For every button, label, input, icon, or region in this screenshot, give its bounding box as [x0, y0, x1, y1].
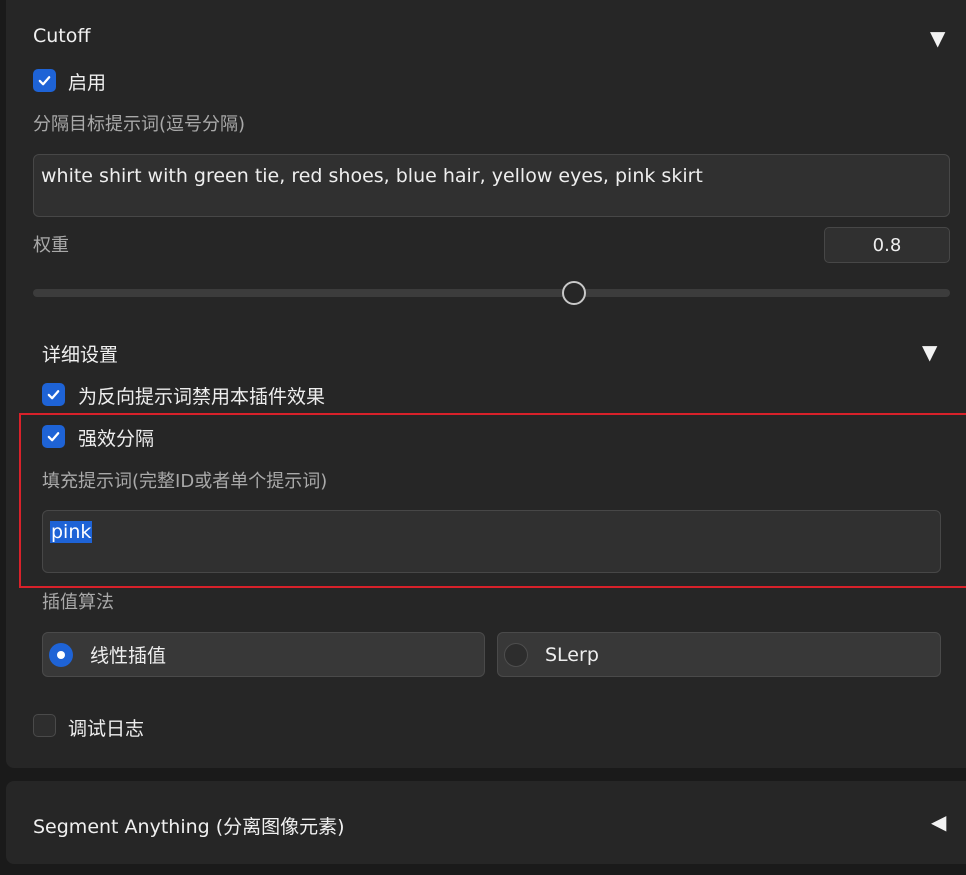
targets-value: white shirt with green tie, red shoes, b… [41, 165, 703, 187]
weight-number-input[interactable]: 0.8 [824, 227, 950, 263]
padding-label: 填充提示词(完整ID或者单个提示词) [42, 471, 328, 492]
interp-label: 插值算法 [42, 592, 114, 613]
checkmark-icon [38, 76, 51, 86]
debug-log-label: 调试日志 [68, 718, 145, 740]
expand-triangle-icon[interactable]: ◀ [931, 812, 946, 832]
weight-slider-track[interactable] [33, 289, 950, 297]
padding-value: pink [50, 521, 93, 543]
disable-negative-label: 为反向提示词禁用本插件效果 [78, 386, 326, 408]
strong-separation-label: 强效分隔 [78, 428, 155, 450]
weight-label: 权重 [33, 235, 69, 256]
radio-linear-label: 线性插值 [90, 645, 167, 667]
enable-checkbox[interactable] [33, 69, 56, 92]
segment-anything-title[interactable]: Segment Anything (分离图像元素) [33, 812, 345, 839]
collapse-triangle-icon[interactable]: ▼ [930, 28, 945, 48]
radio-option-slerp[interactable]: SLerp [497, 632, 941, 677]
details-collapse-triangle-icon[interactable]: ▼ [922, 342, 937, 362]
radio-slerp-label: SLerp [545, 643, 599, 666]
targets-textarea[interactable]: white shirt with green tie, red shoes, b… [33, 154, 950, 217]
weight-slider-thumb[interactable] [562, 281, 587, 305]
cutoff-title[interactable]: Cutoff [33, 25, 90, 47]
debug-log-checkbox[interactable] [33, 714, 56, 737]
details-title[interactable]: 详细设置 [42, 340, 118, 367]
padding-textarea[interactable]: pink [42, 510, 941, 573]
enable-label: 启用 [68, 72, 107, 94]
disable-negative-checkbox[interactable] [42, 383, 65, 406]
radio-linear[interactable] [49, 642, 73, 667]
targets-label: 分隔目标提示词(逗号分隔) [33, 114, 246, 135]
radio-option-linear[interactable]: 线性插值 [42, 632, 485, 677]
strong-separation-checkbox[interactable] [42, 425, 65, 448]
checkmark-icon [47, 390, 60, 400]
checkmark-icon [47, 432, 60, 442]
radio-slerp[interactable] [504, 642, 528, 667]
